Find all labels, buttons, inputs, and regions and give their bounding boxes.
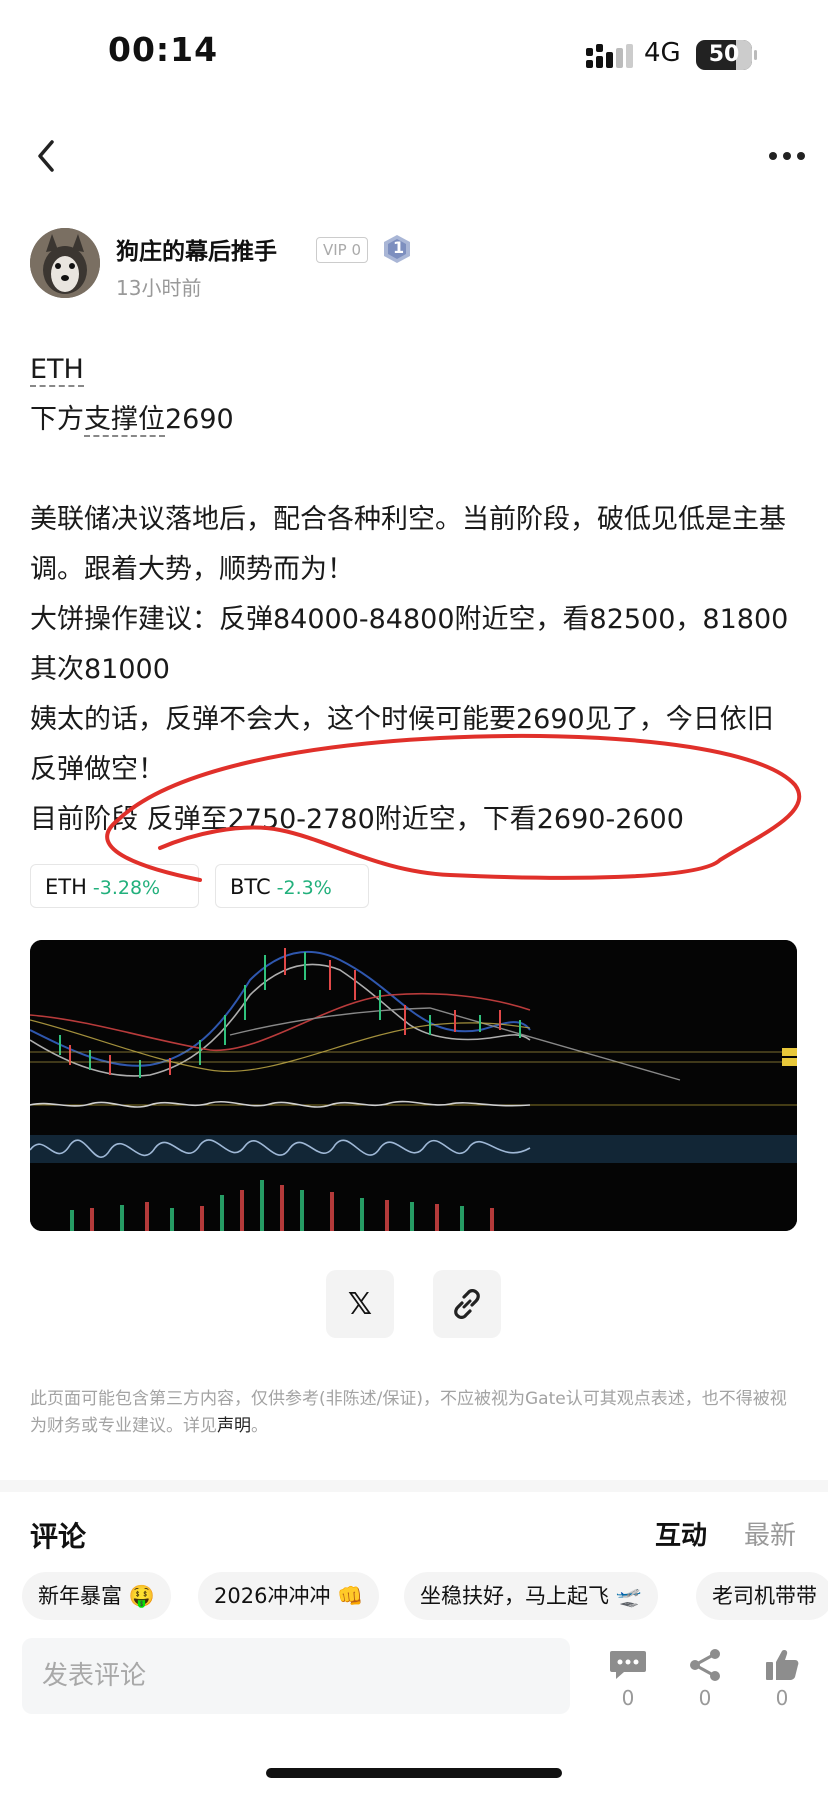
- battery-icon: 50: [696, 40, 757, 70]
- post-paragraph: 姨太的话，反弹不会大，这个时候可能要2690见了，今日依旧反弹做空！: [30, 704, 774, 785]
- like-action[interactable]: 0: [762, 1648, 802, 1710]
- more-icon[interactable]: [767, 150, 807, 162]
- post-paragraph: 目前阶段 反弹至2750-2780附近空，下看2690-2600: [30, 804, 684, 835]
- comments-title: 评论: [30, 1520, 87, 1553]
- share-icon: [690, 1649, 720, 1681]
- disclaimer: 此页面可能包含第三方内容，仅供参考(非陈述/保证)，不应被视为Gate认可其观点…: [30, 1386, 790, 1440]
- status-time: 00:14: [108, 30, 219, 69]
- quick-comment-chip[interactable]: 坐稳扶好，马上起飞 🛫: [404, 1572, 658, 1620]
- avatar[interactable]: [30, 228, 100, 298]
- post-time: 13小时前: [116, 276, 202, 300]
- author-name[interactable]: 狗庄的幕后推手: [116, 232, 277, 266]
- share-count: 0: [698, 1686, 712, 1710]
- comment-action[interactable]: 0: [608, 1648, 648, 1710]
- like-count: 0: [775, 1686, 789, 1710]
- ticker-change: -3.28%: [92, 877, 161, 899]
- vip-badge: VIP 0: [316, 237, 369, 263]
- comment-count: 0: [621, 1686, 635, 1710]
- post-content: ETH 下方支撑位2690 美联储决议落地后，配合各种利空。当前阶段，破低见低是…: [30, 345, 800, 845]
- quick-comment-chip[interactable]: 老司机带带: [696, 1572, 828, 1620]
- comment-input[interactable]: 发表评论: [22, 1638, 570, 1714]
- disclaimer-end: 。: [251, 1416, 268, 1436]
- ticker-symbol: ETH: [45, 875, 87, 899]
- home-indicator[interactable]: [266, 1768, 562, 1778]
- quick-comment-chip[interactable]: 2026冲冲冲 👊: [198, 1572, 380, 1620]
- disclaimer-link[interactable]: 声明: [217, 1416, 251, 1436]
- quick-comment-chip[interactable]: 新年暴富 🤑: [22, 1572, 171, 1620]
- share-x-button[interactable]: 𝕏: [326, 1270, 394, 1338]
- ticker-btc[interactable]: BTC -2.3%: [215, 864, 369, 908]
- like-icon: [766, 1650, 799, 1680]
- copy-link-button[interactable]: [433, 1270, 501, 1338]
- section-divider: [0, 1480, 828, 1492]
- level-badge: 1: [383, 234, 411, 264]
- candlestick-chart-graphic: [30, 940, 797, 1231]
- price-chart-image[interactable]: [30, 940, 797, 1231]
- support-prefix: 下方: [30, 404, 84, 435]
- network-type: 4G: [644, 38, 681, 68]
- disclaimer-text: 此页面可能包含第三方内容，仅供参考(非陈述/保证)，不应被视为Gate认可其观点…: [30, 1389, 787, 1436]
- eth-link[interactable]: ETH: [30, 354, 84, 387]
- link-icon: [454, 1289, 480, 1319]
- support-level-link[interactable]: 支撑位: [84, 404, 165, 437]
- sort-latest-tab[interactable]: 最新: [744, 1515, 796, 1552]
- battery-level: 50: [708, 42, 740, 67]
- x-logo-icon: 𝕏: [347, 1286, 373, 1322]
- post-paragraph: 美联储决议落地后，配合各种利空。当前阶段，破低见低是主基调。跟着大势，顺势而为！: [30, 504, 786, 585]
- ticker-symbol: BTC: [230, 875, 271, 899]
- share-action[interactable]: 0: [685, 1648, 725, 1710]
- sort-interactive-tab[interactable]: 互动: [655, 1515, 707, 1552]
- back-icon[interactable]: [32, 136, 62, 176]
- comment-icon: [610, 1651, 646, 1679]
- ticker-eth[interactable]: ETH -3.28%: [30, 864, 199, 908]
- support-value: 2690: [165, 404, 234, 435]
- husky-avatar-icon: [30, 228, 100, 298]
- ticker-change: -2.3%: [276, 877, 332, 899]
- level-number: 1: [393, 238, 405, 257]
- signal-icon: [586, 44, 633, 68]
- post-paragraph: 大饼操作建议：反弹84000-84800附近空，看82500，81800其次81…: [30, 604, 789, 685]
